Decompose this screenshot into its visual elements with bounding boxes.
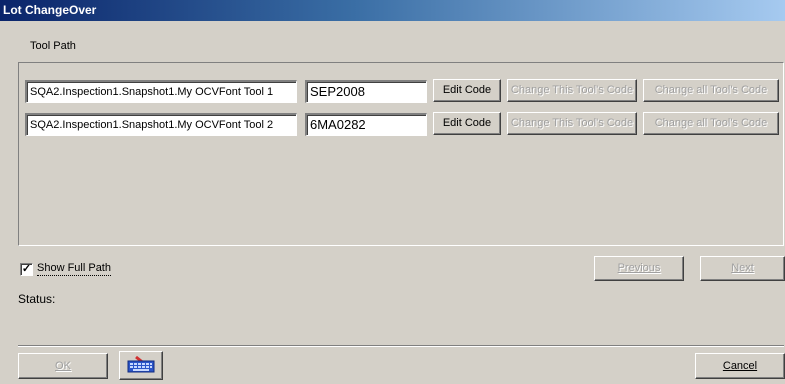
edit-code-button-2[interactable]: Edit Code (433, 112, 501, 135)
show-full-path-label[interactable]: Show Full Path (37, 262, 111, 276)
ok-button[interactable]: OK (18, 353, 108, 379)
change-all-tools-code-button-2[interactable]: Change all Tool's Code (643, 112, 779, 135)
next-label: Next (731, 262, 754, 274)
change-this-tool-code-button-1[interactable]: Change This Tool's Code (507, 79, 637, 102)
window-title: Lot ChangeOver (3, 3, 97, 17)
previous-button[interactable]: Previous (594, 256, 684, 281)
keyboard-icon (126, 355, 156, 378)
change-all-tools-code-button-1[interactable]: Change all Tool's Code (643, 79, 779, 102)
tool-code-field-1[interactable]: SEP2008 (305, 80, 427, 103)
keyboard-button[interactable] (119, 351, 163, 380)
edit-code-button-1[interactable]: Edit Code (433, 79, 501, 102)
cancel-button[interactable]: Cancel (695, 353, 785, 379)
change-this-tool-code-button-2[interactable]: Change This Tool's Code (507, 112, 637, 135)
tool-path-field-2[interactable]: SQA2.Inspection1.Snapshot1.My OCVFont To… (25, 113, 297, 136)
footer-divider (18, 345, 784, 347)
status-label: Status: (18, 292, 56, 306)
ok-label: OK (55, 360, 71, 372)
cancel-label: Cancel (722, 360, 758, 372)
show-full-path-checkbox[interactable]: ✓ (20, 263, 33, 276)
tool-path-label: Tool Path (30, 40, 76, 52)
next-button[interactable]: Next (700, 256, 785, 281)
tool-code-field-2[interactable]: 6MA0282 (305, 113, 427, 136)
previous-label: Previous (617, 262, 661, 274)
title-bar: Lot ChangeOver (0, 0, 785, 21)
tool-path-field-1[interactable]: SQA2.Inspection1.Snapshot1.My OCVFont To… (25, 80, 297, 103)
